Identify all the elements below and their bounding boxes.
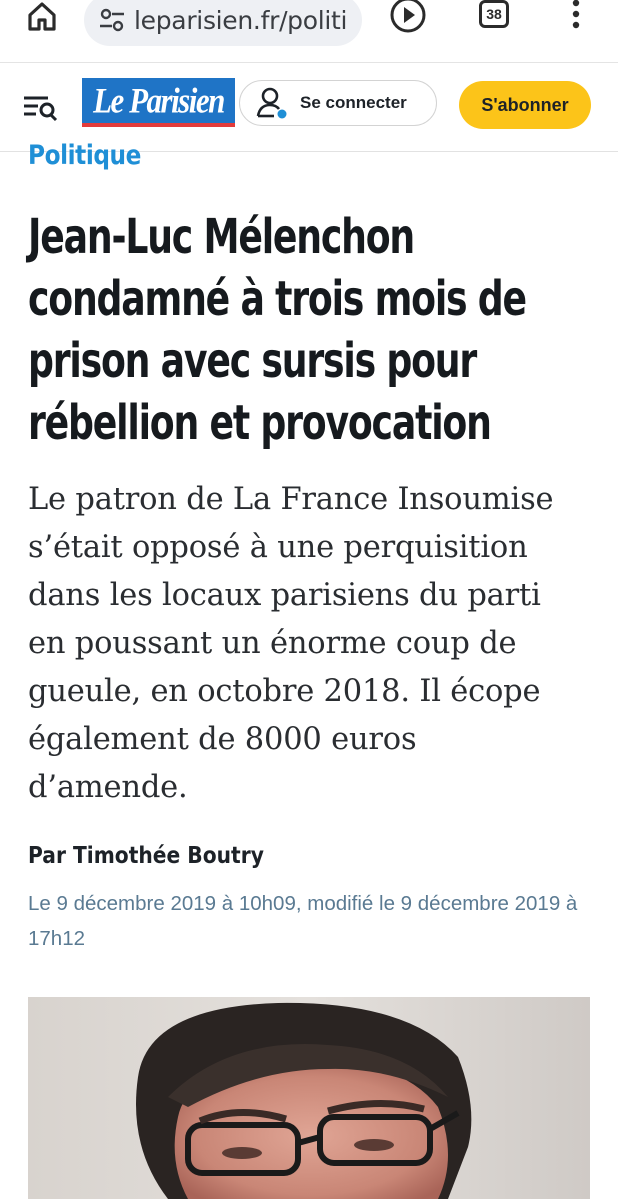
lead-line: gueule, en octobre 2018. Il écope <box>28 674 541 709</box>
article-photo[interactable] <box>28 997 590 1199</box>
lead-line: dans les locaux parisiens du parti <box>28 578 541 613</box>
article-lead: Le patron de La France Insoumise s’était… <box>28 476 608 812</box>
subscribe-button[interactable]: S'abonner <box>459 81 591 129</box>
menu-search-icon[interactable] <box>22 93 60 123</box>
headline-line: rébellion et provocation <box>28 395 492 451</box>
date-line: Le 9 décembre 2019 à 10h09, modifié le 9… <box>28 892 578 915</box>
site-settings-icon[interactable] <box>98 6 126 34</box>
site-header: Le Parisien Se connecter S'abonner <box>0 63 618 152</box>
browser-toolbar: leparisien.fr/politi 38 <box>0 0 618 63</box>
headline-line: prison avec sursis pour <box>28 333 477 389</box>
article-dates: Le 9 décembre 2019 à 10h09, modifié le 9… <box>28 886 618 956</box>
portrait-illustration <box>28 997 590 1199</box>
lead-line: s’était opposé à une perquisition <box>28 530 528 565</box>
login-button[interactable]: Se connecter <box>239 80 437 126</box>
article-headline: Jean-Luc Mélenchon condamné à trois mois… <box>28 206 572 454</box>
url-text[interactable]: leparisien.fr/politi <box>134 6 348 35</box>
lead-line: également de 8000 euros <box>28 722 417 757</box>
more-vert-icon[interactable] <box>566 0 586 32</box>
le-parisien-logo[interactable]: Le Parisien <box>82 78 235 127</box>
address-bar[interactable]: leparisien.fr/politi <box>84 0 362 46</box>
login-label: Se connecter <box>300 93 407 112</box>
tab-switcher-button[interactable]: 38 <box>479 0 509 28</box>
lead-line: Le patron de La France Insoumise <box>28 482 554 517</box>
headline-line: Jean-Luc Mélenchon <box>28 209 415 265</box>
article-author[interactable]: Par Timothée Boutry <box>28 843 264 869</box>
play-icon[interactable] <box>389 0 427 34</box>
home-icon[interactable] <box>22 0 62 32</box>
headline-line: condamné à trois mois de <box>28 271 527 327</box>
lead-line: d’amende. <box>28 770 188 805</box>
date-line: 17h12 <box>28 927 86 950</box>
user-icon <box>256 87 287 119</box>
lead-line: en poussant un énorme coup de <box>28 626 517 661</box>
logo-text: Le Parisien <box>93 79 225 121</box>
section-rubric[interactable]: Politique <box>28 140 141 172</box>
